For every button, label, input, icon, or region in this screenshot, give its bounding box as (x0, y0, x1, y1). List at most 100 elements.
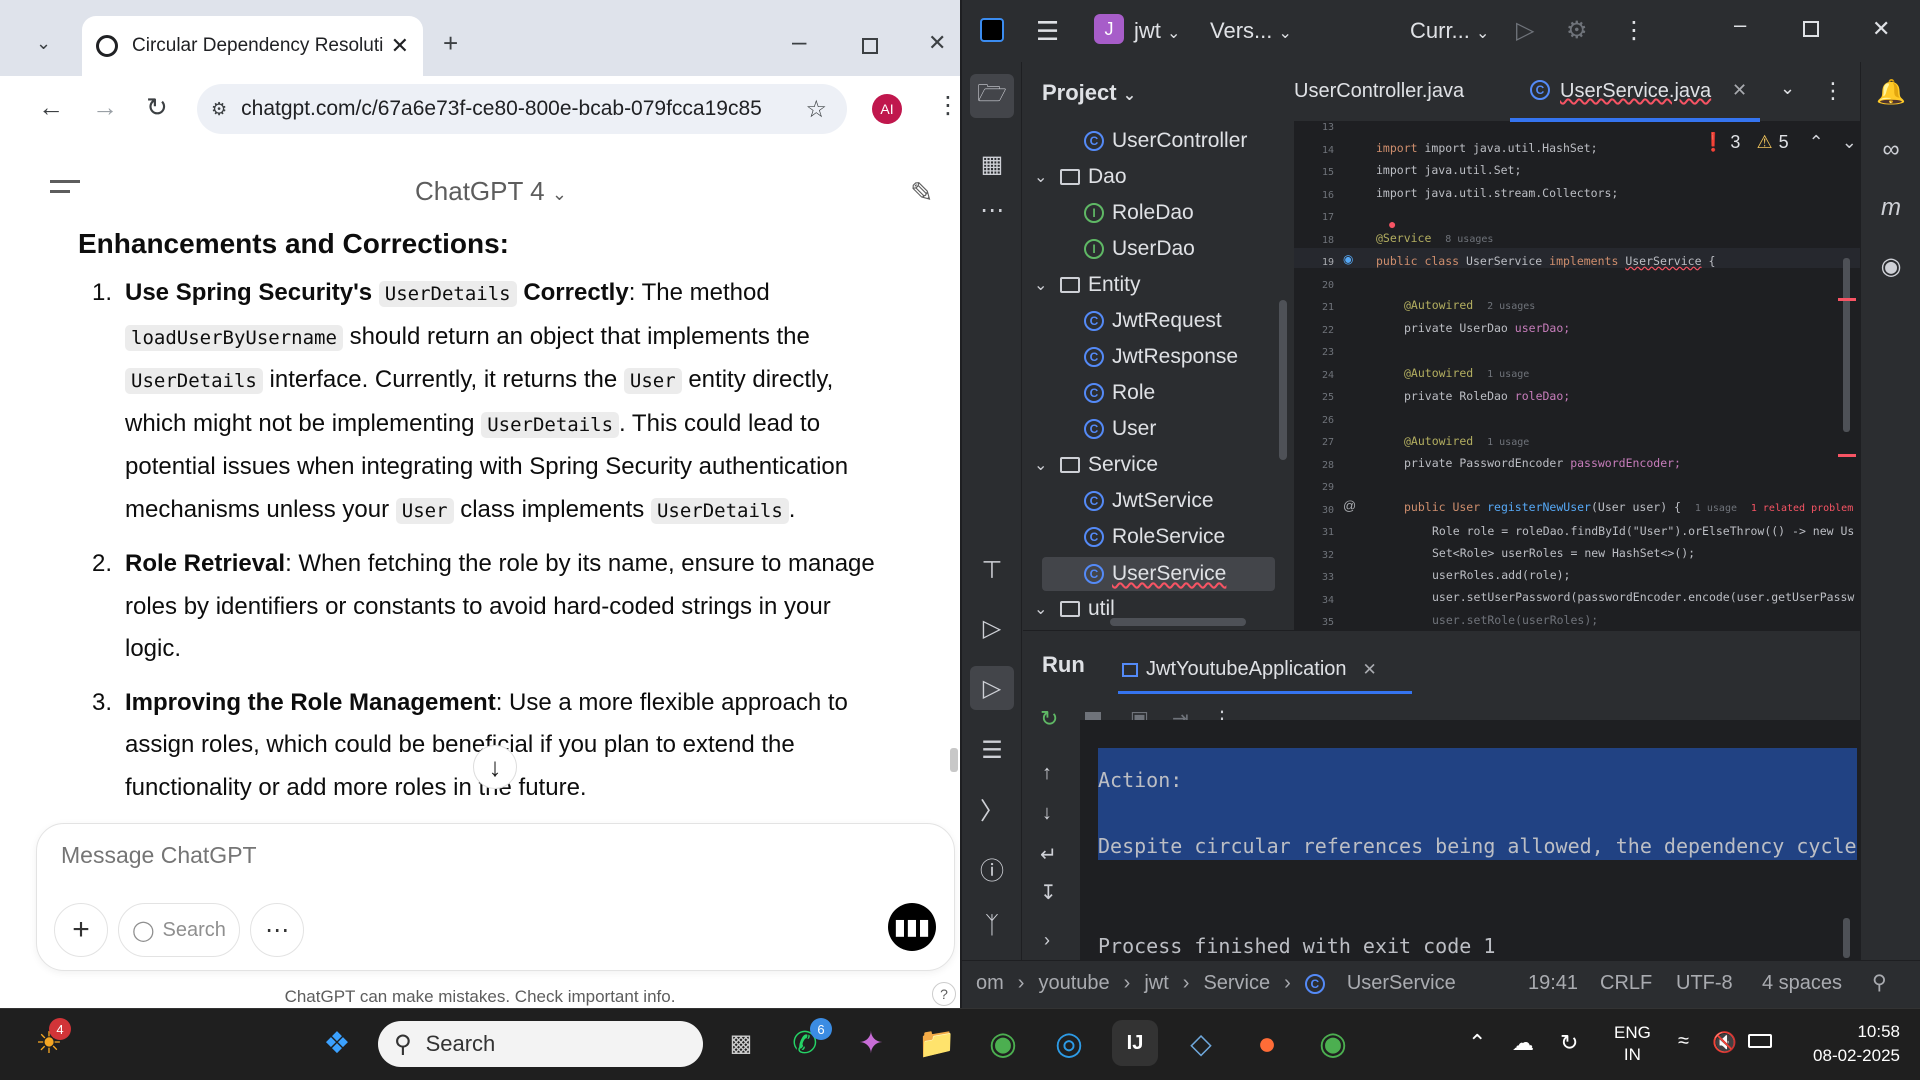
expand-icon[interactable]: › (1044, 930, 1050, 951)
breadcrumb-item[interactable]: om (976, 972, 1004, 995)
copilot-icon[interactable]: ◉ (1873, 248, 1909, 284)
implementations-gutter-icon[interactable]: ◉ (1343, 252, 1353, 266)
run-tab[interactable]: JwtYoutubeApplication ✕ (1118, 648, 1412, 694)
new-tab-icon[interactable]: + (443, 30, 458, 56)
file-explorer-icon[interactable]: 📁 (914, 1020, 960, 1066)
tab-search-icon[interactable]: ⌄ (36, 34, 51, 52)
language-indicator[interactable]: ENG IN (1614, 1022, 1651, 1066)
maximize-icon[interactable] (862, 38, 878, 54)
run-config-selector[interactable]: Curr... ⌄ (1410, 18, 1489, 44)
run-tool-icon[interactable]: ▷ (970, 666, 1014, 710)
chrome-profile-icon[interactable]: ◉ (1310, 1020, 1356, 1066)
project-tool-icon[interactable]: 🗁 (970, 74, 1014, 118)
address-bar[interactable]: ⚙ chatgpt.com/c/67a6e73f-ce80-800e-bcab-… (197, 84, 847, 134)
volume-muted-icon[interactable]: 🔇 (1712, 1030, 1737, 1055)
git-icon[interactable]: ᛉ (974, 908, 1010, 944)
services-icon[interactable]: ▷ (974, 610, 1010, 646)
edge-icon[interactable]: ◎ (1046, 1020, 1092, 1066)
intellij-taskbar-icon[interactable]: IJ (1112, 1020, 1158, 1066)
prev-problem-icon[interactable]: ⌃ (1809, 132, 1824, 153)
notifications-icon[interactable]: 🔔 (1873, 74, 1909, 110)
next-problem-icon[interactable]: ⌄ (1842, 132, 1857, 153)
browser-tab[interactable]: Circular Dependency Resolution ✕ (82, 16, 423, 76)
page-scrollbar[interactable] (950, 748, 958, 772)
tray-overflow-icon[interactable]: ⌃ (1468, 1030, 1486, 1056)
clock[interactable]: 10:58 08-02-2025 (1790, 1020, 1900, 1068)
tree-item[interactable]: ⌄ util (1034, 597, 1115, 621)
wifi-icon[interactable]: ≈ (1678, 1030, 1689, 1053)
tab-usercontroller[interactable]: UserController.java (1294, 80, 1474, 103)
model-selector[interactable]: ChatGPT 4 ⌄ (415, 176, 567, 207)
rerun-icon[interactable]: ↻ (1040, 706, 1058, 732)
breadcrumb-item[interactable]: UserService (1347, 972, 1456, 995)
tree-item[interactable]: C RoleService (1084, 525, 1225, 549)
reload-icon[interactable]: ↻ (146, 94, 168, 120)
help-icon[interactable]: ? (932, 982, 956, 1006)
mysql-icon[interactable]: ◇ (1178, 1020, 1224, 1066)
scroll-down-arrow-icon[interactable]: ↓ (1042, 802, 1052, 825)
tabs-dropdown-icon[interactable]: ⌄ (1780, 78, 1795, 99)
tree-item[interactable]: ⌄ Dao (1034, 165, 1127, 189)
scroll-up-icon[interactable]: ↑ (1042, 762, 1052, 785)
close-window-icon[interactable]: ✕ (928, 32, 946, 54)
minimize-icon[interactable]: – (792, 28, 806, 54)
tree-item[interactable]: C Role (1084, 381, 1155, 405)
breadcrumb-item[interactable]: youtube (1038, 972, 1109, 995)
chevron-down-icon[interactable]: ⌄ (1034, 167, 1050, 187)
more-tools-icon[interactable]: ⋯ (974, 192, 1010, 228)
tab-close-icon[interactable]: ✕ (391, 33, 409, 59)
battery-icon[interactable] (1748, 1034, 1772, 1048)
tree-item[interactable]: C JwtResponse (1084, 345, 1238, 369)
tree-item[interactable]: C JwtService (1084, 489, 1214, 513)
run-tab-close-icon[interactable]: ✕ (1363, 660, 1377, 680)
task-view-icon[interactable]: ▩ (718, 1020, 764, 1066)
voice-mode-button[interactable]: ▮▮▮ (888, 903, 936, 951)
back-icon[interactable]: ← (38, 94, 64, 120)
project-badge[interactable]: J (1094, 14, 1124, 44)
tree-item[interactable]: C UserService (1042, 557, 1275, 591)
tree-item[interactable]: I UserDao (1084, 237, 1195, 261)
maven-icon[interactable]: m (1873, 190, 1909, 226)
vcs-selector[interactable]: Vers... ⌄ (1210, 18, 1292, 44)
layers-icon[interactable]: ☰ (974, 732, 1010, 768)
structure-icon[interactable]: ▦ (974, 146, 1010, 182)
site-info-icon[interactable]: ⚙ (211, 99, 227, 120)
indent-setting[interactable]: 4 spaces (1762, 972, 1842, 995)
file-encoding[interactable]: UTF-8 (1676, 972, 1733, 995)
chevron-down-icon[interactable]: ⌄ (1034, 599, 1050, 619)
tree-scrollbar[interactable] (1279, 300, 1287, 460)
cloud-icon[interactable]: ☁ (1512, 1030, 1534, 1056)
message-input[interactable] (61, 842, 661, 869)
inspection-widget[interactable]: ❗ 3 ⚠ 5 ⌃ ⌄ (1702, 132, 1857, 153)
chevron-down-icon[interactable]: ⌄ (1034, 455, 1050, 475)
search-button[interactable]: ◯ Search (118, 903, 240, 957)
breadcrumb-item[interactable]: Service (1203, 972, 1270, 995)
tab-userservice[interactable]: C UserService.java ✕ (1510, 66, 1760, 122)
error-bulb-icon[interactable]: ● (1388, 216, 1396, 232)
project-panel-title[interactable]: Project ⌄ (1042, 80, 1136, 106)
profile-avatar[interactable]: AI (872, 94, 902, 124)
caret-position[interactable]: 19:41 (1528, 972, 1578, 995)
attach-button[interactable]: + (54, 903, 108, 957)
scroll-down-icon[interactable]: ↓ (473, 745, 517, 789)
error-stripe-mark[interactable] (1838, 454, 1856, 457)
override-gutter-icon[interactable]: @ (1343, 498, 1356, 513)
sidebar-toggle-icon[interactable] (50, 180, 80, 193)
ai-assistant-icon[interactable]: ∞ (1873, 132, 1909, 168)
soft-wrap-icon[interactable]: ↵ (1040, 842, 1057, 867)
build-icon[interactable]: ⊤ (974, 552, 1010, 588)
more-tools-button[interactable]: ⋯ (250, 903, 304, 957)
main-menu-icon[interactable]: ☰ (1036, 16, 1059, 47)
tree-item[interactable]: C User (1084, 417, 1156, 441)
copilot-taskbar-icon[interactable]: ✦ (848, 1020, 894, 1066)
tree-item[interactable]: ⌄ Service (1034, 453, 1158, 477)
start-icon[interactable]: ❖ (314, 1020, 360, 1066)
scroll-to-end-icon[interactable]: ↧ (1040, 880, 1057, 905)
bookmark-star-icon[interactable]: ☆ (805, 95, 827, 124)
error-stripe-mark[interactable] (1838, 298, 1856, 301)
tree-item[interactable]: I RoleDao (1084, 201, 1194, 225)
line-separator[interactable]: CRLF (1600, 972, 1652, 995)
project-selector[interactable]: jwt ⌄ (1134, 18, 1180, 44)
run-icon[interactable]: ▷ (1516, 16, 1534, 45)
ide-maximize-icon[interactable] (1803, 21, 1819, 37)
